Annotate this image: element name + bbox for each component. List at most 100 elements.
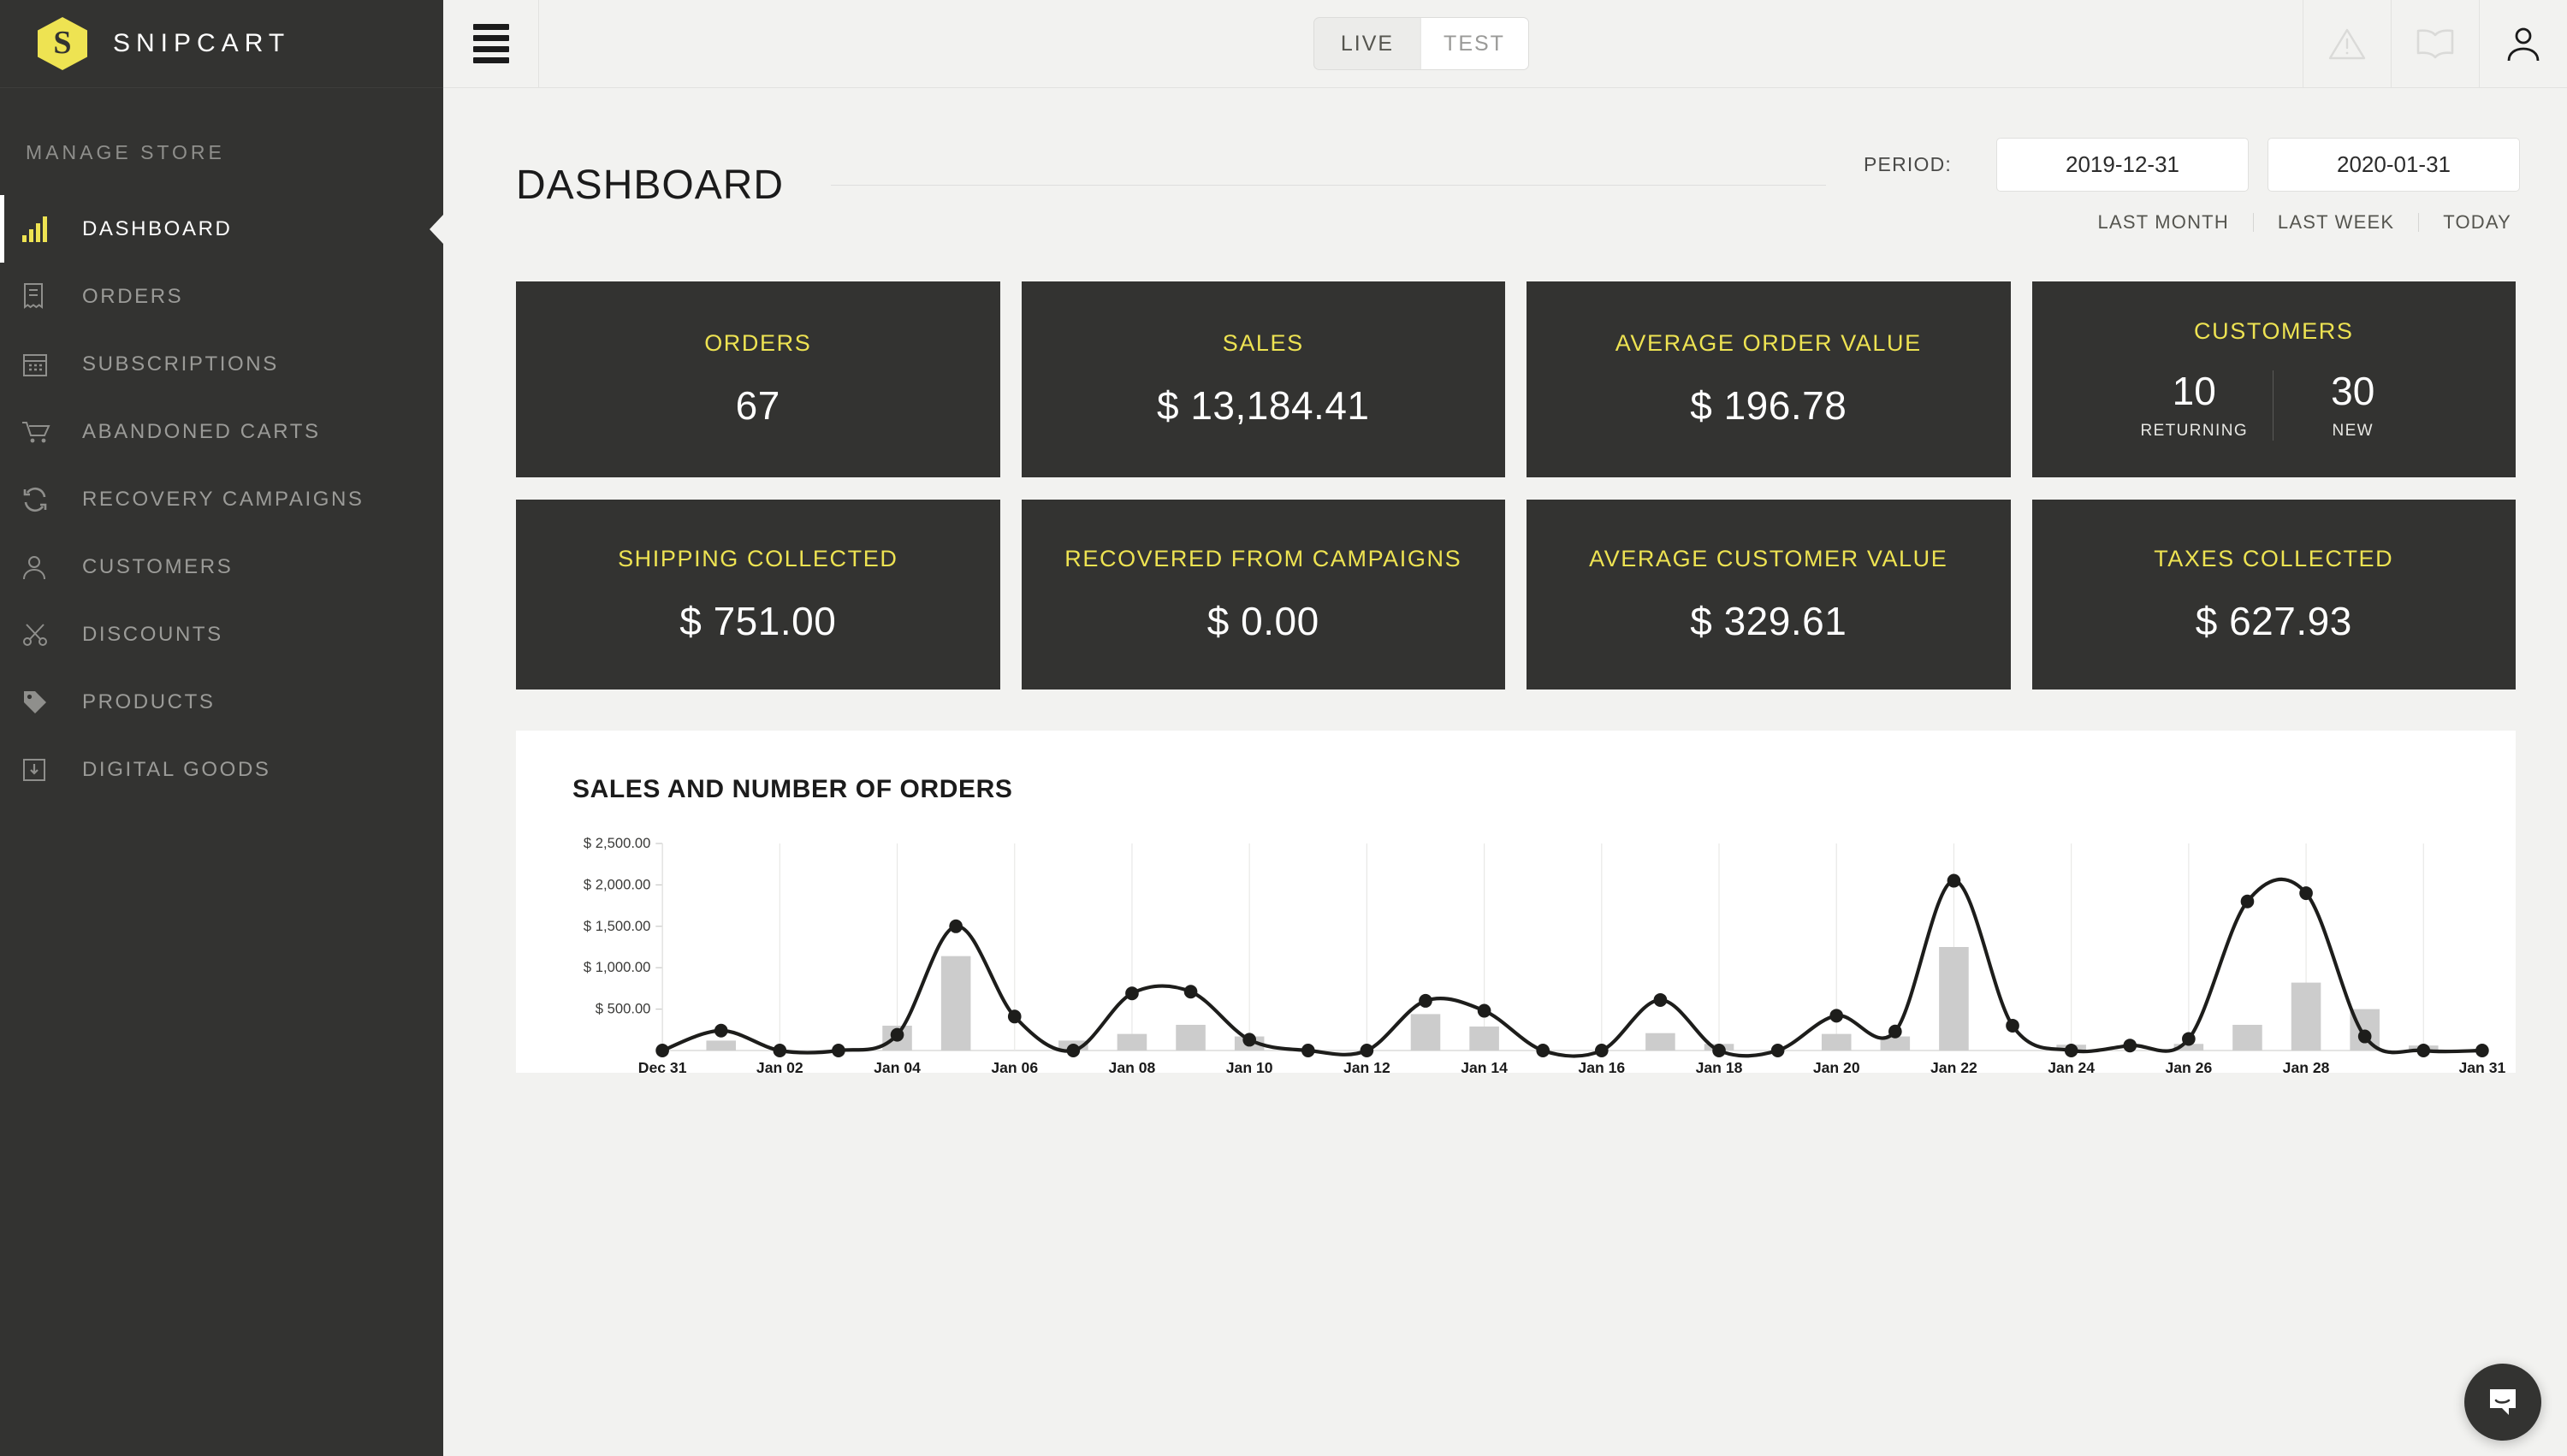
sidebar-item-discounts[interactable]: DISCOUNTS: [0, 601, 443, 668]
stat-value: $ 13,184.41: [1157, 382, 1370, 429]
main-area: LIVE TEST DASHBOARD: [443, 0, 2567, 1456]
env-toggle-wrap: LIVE TEST: [539, 0, 2303, 87]
chart-area: $ 500.00$ 1,000.00$ 1,500.00$ 2,000.00$ …: [516, 837, 2516, 1085]
svg-text:$ 1,500.00: $ 1,500.00: [584, 918, 651, 934]
sidebar-item-subscriptions[interactable]: SUBSCRIPTIONS: [0, 330, 443, 398]
customers-new: 30 NEW: [2274, 370, 2432, 441]
sidebar-nav: DASHBOARD ORDERS SUBSCRIPTIONS ABAN: [0, 195, 443, 803]
date-to-input[interactable]: 2020-01-31: [2268, 138, 2520, 192]
tab-live[interactable]: LIVE: [1314, 18, 1421, 69]
svg-text:Jan 16: Jan 16: [1578, 1059, 1625, 1076]
sidebar-item-digital-goods[interactable]: DIGITAL GOODS: [0, 736, 443, 803]
book-icon[interactable]: [2391, 0, 2479, 87]
svg-text:Jan 12: Jan 12: [1343, 1059, 1390, 1076]
sidebar-item-dashboard[interactable]: DASHBOARD: [0, 195, 443, 263]
customers-returning-label: RETURNING: [2140, 422, 2248, 441]
stats-row-2: SHIPPING COLLECTED $ 751.00 RECOVERED FR…: [469, 477, 2541, 690]
sidebar-item-customers[interactable]: CUSTOMERS: [0, 533, 443, 601]
svg-text:Jan 24: Jan 24: [2048, 1059, 2095, 1076]
sidebar-item-label: DISCOUNTS: [82, 623, 223, 647]
environment-toggle: LIVE TEST: [1313, 17, 1529, 70]
shopping-cart-icon: [22, 420, 56, 444]
svg-text:Dec 31: Dec 31: [638, 1059, 687, 1076]
svg-text:$ 2,500.00: $ 2,500.00: [584, 837, 651, 851]
customers-returning-value: 10: [2173, 370, 2216, 411]
top-bar: LIVE TEST: [443, 0, 2567, 88]
hamburger-menu-icon[interactable]: [443, 0, 539, 87]
sidebar-item-label: DASHBOARD: [82, 217, 232, 241]
sidebar-item-label: SUBSCRIPTIONS: [82, 352, 279, 376]
svg-text:Jan 28: Jan 28: [2283, 1059, 2330, 1076]
sidebar-item-abandoned-carts[interactable]: ABANDONED CARTS: [0, 398, 443, 465]
sidebar-item-label: DIGITAL GOODS: [82, 758, 271, 782]
stat-value: 67: [736, 382, 780, 429]
svg-text:Jan 18: Jan 18: [1696, 1059, 1743, 1076]
tab-test[interactable]: TEST: [1421, 18, 1528, 69]
stat-label: SALES: [1223, 330, 1304, 357]
sidebar-item-label: RECOVERY CAMPAIGNS: [82, 488, 365, 512]
stat-card-average-customer-value[interactable]: AVERAGE CUSTOMER VALUE $ 329.61: [1527, 500, 2011, 690]
topbar-actions: [2303, 0, 2567, 87]
svg-text:Jan 02: Jan 02: [756, 1059, 803, 1076]
active-pointer-arrow: [430, 215, 443, 244]
warning-triangle-icon[interactable]: [2303, 0, 2391, 87]
tag-icon: [22, 690, 56, 715]
brand-name: SNIPCART: [113, 29, 290, 58]
quick-range-last-month[interactable]: LAST MONTH: [2074, 213, 2254, 232]
sidebar-item-label: ABANDONED CARTS: [82, 420, 321, 444]
receipt-icon: [22, 283, 56, 311]
quick-range-today[interactable]: TODAY: [2419, 213, 2520, 232]
date-from-input[interactable]: 2019-12-31: [1996, 138, 2249, 192]
logo-mark: S: [53, 27, 71, 59]
sidebar: S SNIPCART MANAGE STORE DASHBOARD ORDERS: [0, 0, 443, 1456]
svg-text:$ 1,000.00: $ 1,000.00: [584, 959, 651, 975]
svg-text:Jan 04: Jan 04: [874, 1059, 921, 1076]
stat-card-sales[interactable]: SALES $ 13,184.41: [1022, 281, 1506, 477]
stat-card-recovered-from-campaigns[interactable]: RECOVERED FROM CAMPAIGNS $ 0.00: [1022, 500, 1506, 690]
scissors-icon: [22, 622, 56, 648]
sidebar-item-orders[interactable]: ORDERS: [0, 263, 443, 330]
svg-text:Jan 20: Jan 20: [1813, 1059, 1860, 1076]
period-label: PERIOD:: [1864, 153, 1952, 176]
stat-label: AVERAGE ORDER VALUE: [1615, 330, 1922, 357]
bar-chart-icon: [22, 216, 56, 242]
calendar-icon: [22, 352, 56, 377]
svg-text:Jan 08: Jan 08: [1109, 1059, 1156, 1076]
stat-label: RECOVERED FROM CAMPAIGNS: [1064, 546, 1461, 572]
svg-text:Jan 06: Jan 06: [991, 1059, 1038, 1076]
snipcart-hexagon-logo: S: [38, 17, 87, 70]
user-account-icon[interactable]: [2479, 0, 2567, 87]
stat-card-taxes-collected[interactable]: TAXES COLLECTED $ 627.93: [2032, 500, 2517, 690]
brand[interactable]: S SNIPCART: [0, 0, 443, 88]
period-selector: PERIOD: 2019-12-31 2020-01-31 LAST MONTH…: [1864, 138, 2520, 232]
stat-card-customers[interactable]: CUSTOMERS 10 RETURNING 30 NEW: [2032, 281, 2517, 477]
quick-range-last-week[interactable]: LAST WEEK: [2254, 213, 2419, 232]
stat-label: SHIPPING COLLECTED: [618, 546, 898, 572]
chat-bubble-icon[interactable]: [2464, 1364, 2541, 1441]
page-title: DASHBOARD: [516, 162, 784, 209]
stat-value: $ 329.61: [1690, 598, 1847, 644]
stat-label: CUSTOMERS: [2194, 318, 2353, 345]
stat-value: $ 196.78: [1690, 382, 1847, 429]
stats-row-1: ORDERS 67 SALES $ 13,184.41 AVERAGE ORDE…: [469, 232, 2541, 477]
sidebar-item-products[interactable]: PRODUCTS: [0, 668, 443, 736]
stat-label: TAXES COLLECTED: [2154, 546, 2393, 572]
sales-orders-chart-panel: SALES AND NUMBER OF ORDERS $ 500.00 $ 1,0…: [516, 731, 2516, 1073]
sidebar-item-label: ORDERS: [82, 285, 183, 309]
download-box-icon: [22, 758, 56, 782]
svg-text:Jan 10: Jan 10: [1226, 1059, 1273, 1076]
sidebar-item-label: PRODUCTS: [82, 690, 215, 714]
stat-card-shipping-collected[interactable]: SHIPPING COLLECTED $ 751.00: [516, 500, 1000, 690]
customers-new-label: NEW: [2332, 422, 2374, 441]
sidebar-item-recovery-campaigns[interactable]: RECOVERY CAMPAIGNS: [0, 465, 443, 533]
app-root: S SNIPCART MANAGE STORE DASHBOARD ORDERS: [0, 0, 2567, 1456]
chart-title: SALES AND NUMBER OF ORDERS: [516, 775, 2516, 804]
customers-returning: 10 RETURNING: [2115, 370, 2274, 441]
stat-card-orders[interactable]: ORDERS 67: [516, 281, 1000, 477]
customers-new-value: 30: [2331, 370, 2374, 411]
svg-text:$ 500.00: $ 500.00: [596, 1000, 651, 1016]
stat-label: ORDERS: [704, 330, 811, 357]
sales-orders-chart[interactable]: $ 500.00$ 1,000.00$ 1,500.00$ 2,000.00$ …: [516, 837, 2516, 1085]
stat-card-average-order-value[interactable]: AVERAGE ORDER VALUE $ 196.78: [1527, 281, 2011, 477]
nav-section-title: MANAGE STORE: [0, 88, 443, 164]
